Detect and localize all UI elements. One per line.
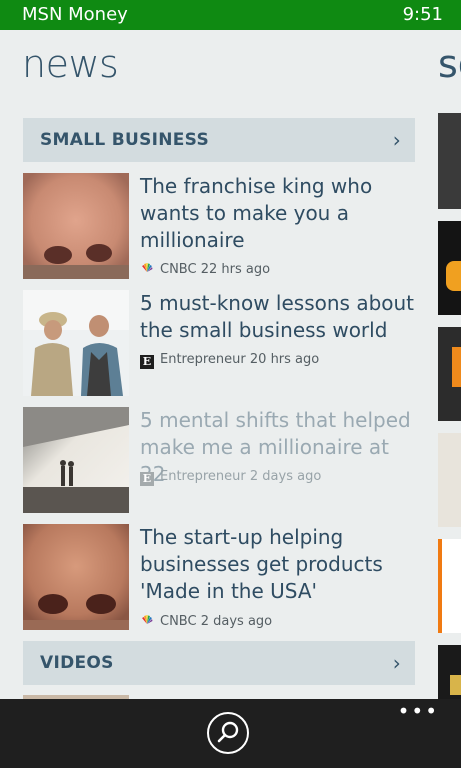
search-button[interactable]	[207, 712, 249, 754]
tile-image	[438, 539, 461, 633]
next-pivot-title[interactable]: so	[438, 42, 461, 86]
article-item[interactable]: 5 must-know lessons about the small busi…	[23, 290, 423, 396]
app-name: MSN Money	[22, 4, 128, 25]
chevron-right-icon: ›	[392, 651, 401, 675]
article-age: 2 days ago	[249, 469, 322, 484]
article-item[interactable]: 5 mental shifts that helped make me a mi…	[23, 407, 423, 513]
entrepreneur-logo-icon: E	[140, 472, 154, 486]
next-pivot-tiles[interactable]	[438, 113, 461, 703]
article-headline: The start-up helping businesses get prod…	[140, 525, 383, 603]
article-age: 2 days ago	[200, 614, 273, 629]
page-title: news	[22, 42, 119, 86]
article-age: 22 hrs ago	[200, 262, 271, 277]
article-headline: The franchise king who wants to make you…	[140, 174, 373, 252]
article-source: CNBC 2 days ago	[140, 613, 272, 629]
source-name: Entrepreneur	[160, 352, 246, 367]
article-source: E Entrepreneur 2 days ago	[140, 469, 321, 486]
status-bar: MSN Money 9:51	[0, 0, 461, 30]
article-age: 20 hrs ago	[249, 352, 320, 367]
tile-image	[438, 113, 461, 209]
article-thumbnail	[23, 407, 129, 513]
tile-image	[438, 221, 461, 315]
article-item[interactable]: The franchise king who wants to make you…	[23, 173, 423, 279]
search-icon	[217, 721, 239, 743]
source-name: CNBC	[160, 262, 197, 277]
article-thumbnail	[23, 524, 129, 630]
tile-image	[438, 327, 461, 421]
source-name: Entrepreneur	[160, 469, 246, 484]
article-thumbnail	[23, 173, 129, 279]
clock: 9:51	[402, 4, 443, 25]
article-source: E Entrepreneur 20 hrs ago	[140, 352, 319, 369]
tile-image	[438, 645, 461, 703]
section-title: VIDEOS	[40, 653, 114, 673]
tile-image	[438, 433, 461, 527]
article-headline: 5 must-know lessons about the small busi…	[140, 291, 415, 342]
more-options-button[interactable]: •••	[398, 701, 439, 721]
cnbc-peacock-icon	[142, 615, 153, 624]
source-name: CNBC	[160, 614, 197, 629]
article-thumbnail	[23, 290, 129, 396]
app-bar: •••	[0, 699, 461, 768]
article-source: CNBC 22 hrs ago	[140, 261, 270, 277]
article-item[interactable]: The start-up helping businesses get prod…	[23, 524, 423, 630]
chevron-right-icon: ›	[392, 128, 401, 152]
entrepreneur-logo-icon: E	[140, 355, 154, 369]
section-header-small-business[interactable]: SMALL BUSINESS ›	[23, 118, 415, 162]
section-title: SMALL BUSINESS	[40, 130, 209, 150]
cnbc-peacock-icon	[142, 263, 153, 272]
section-header-videos[interactable]: VIDEOS ›	[23, 641, 415, 685]
